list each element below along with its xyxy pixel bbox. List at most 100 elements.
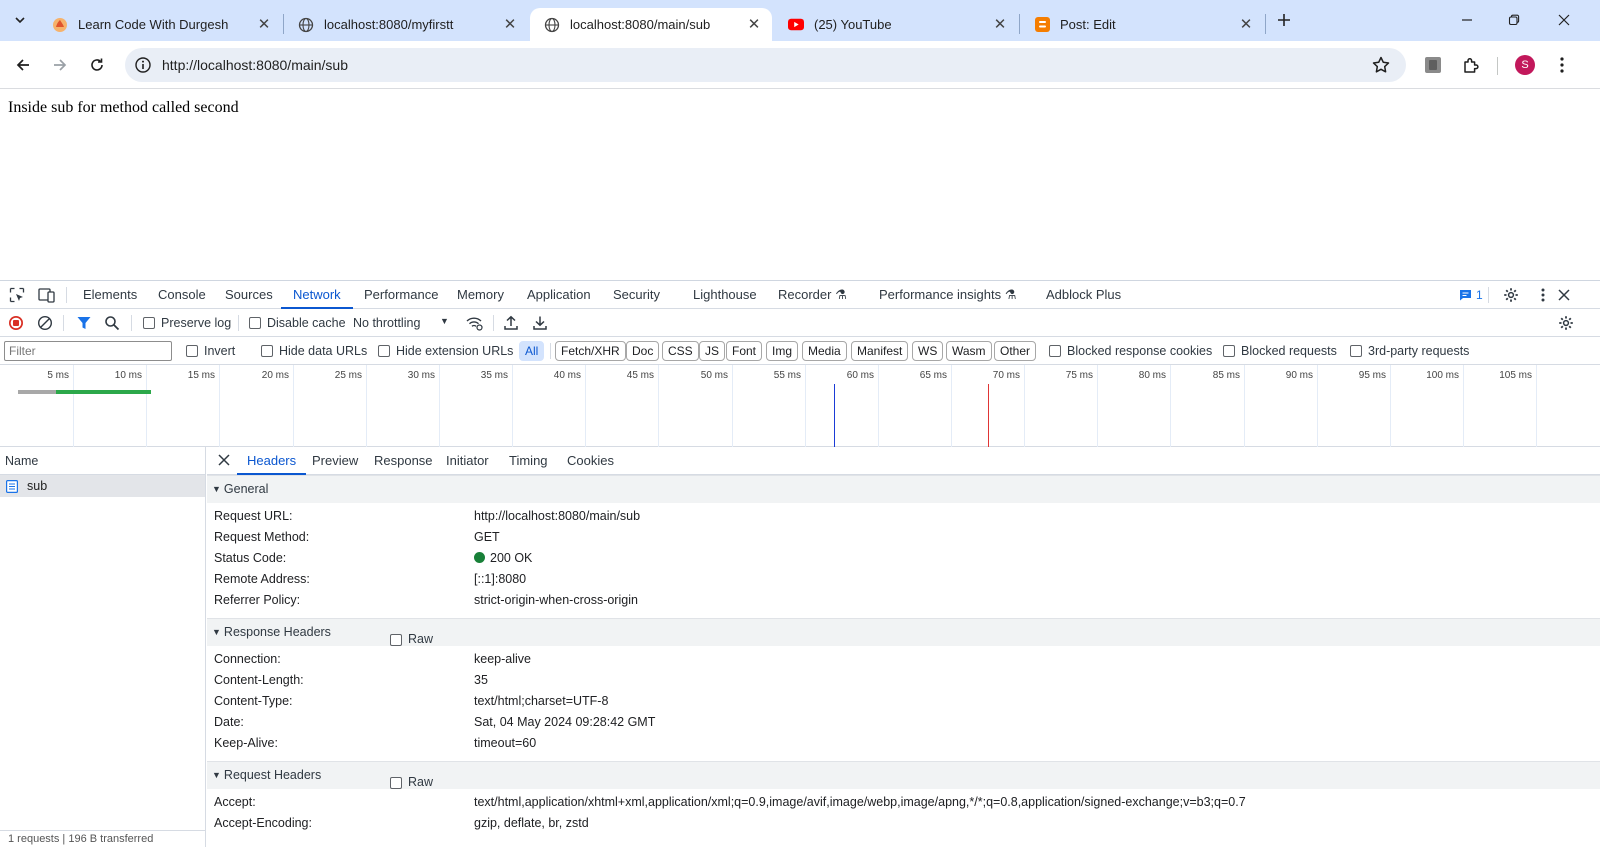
filter-type-fetch-xhr[interactable]: Fetch/XHR — [555, 341, 626, 361]
checkbox-box[interactable] — [143, 317, 155, 329]
close-window-button[interactable] — [1552, 8, 1576, 32]
filter-type-media[interactable]: Media — [802, 341, 847, 361]
tab-search-button[interactable] — [8, 8, 32, 32]
browser-tab-post-edit[interactable]: Post: Edit ✕ — [1020, 8, 1264, 41]
browser-menu-button[interactable] — [1548, 51, 1576, 79]
gear-icon[interactable] — [1503, 287, 1519, 303]
checkbox-box[interactable] — [261, 345, 273, 357]
checkbox-box[interactable] — [390, 776, 402, 789]
blocked-requests-checkbox[interactable]: Blocked requests — [1223, 344, 1337, 358]
site-info-icon[interactable] — [134, 56, 152, 77]
clear-icon[interactable] — [37, 315, 53, 331]
devtools-tab-network[interactable]: Network — [281, 281, 353, 309]
record-stop-icon[interactable] — [8, 315, 24, 331]
inspect-element-icon[interactable] — [9, 287, 25, 303]
filter-type-css[interactable]: CSS — [662, 341, 699, 361]
filter-type-other[interactable]: Other — [994, 341, 1037, 361]
filter-type-ws[interactable]: WS — [912, 341, 944, 361]
filter-type-wasm[interactable]: Wasm — [946, 341, 992, 361]
detail-tab-response[interactable]: Response — [374, 447, 433, 475]
browser-tab-main-sub[interactable]: localhost:8080/main/sub ✕ — [530, 8, 772, 41]
raw-checkbox[interactable]: Raw — [390, 769, 433, 796]
throttling-select[interactable]: No throttling ▼ — [353, 316, 449, 330]
invert-checkbox[interactable]: Invert — [186, 344, 235, 358]
response-headers-section-header[interactable]: ▼ Response Headers Raw — [207, 618, 1600, 646]
device-toolbar-icon[interactable] — [38, 287, 55, 303]
detail-tab-cookies[interactable]: Cookies — [567, 447, 614, 475]
third-party-requests-checkbox[interactable]: 3rd-party requests — [1350, 344, 1469, 358]
detail-tab-preview[interactable]: Preview — [312, 447, 358, 475]
reload-button[interactable] — [83, 51, 111, 79]
devtools-tab-performance[interactable]: Performance — [364, 281, 438, 309]
close-icon[interactable]: ✕ — [1238, 16, 1254, 33]
checkbox-box[interactable] — [390, 633, 402, 646]
request-row[interactable]: sub — [0, 475, 205, 497]
back-button[interactable] — [9, 51, 37, 79]
close-icon[interactable]: ✕ — [502, 16, 518, 33]
forward-button[interactable] — [46, 51, 74, 79]
general-section-header[interactable]: ▼ General — [207, 475, 1600, 503]
devtools-tab-application[interactable]: Application — [527, 281, 591, 309]
checkbox-box[interactable] — [1049, 345, 1061, 357]
raw-checkbox[interactable]: Raw — [390, 626, 433, 653]
extensions-menu-button[interactable] — [1457, 51, 1485, 79]
preserve-log-checkbox[interactable]: Preserve log — [143, 316, 231, 330]
devtools-tab-performance-insights[interactable]: Performance insights ⚗ — [879, 281, 1016, 309]
devtools-tab-memory[interactable]: Memory — [457, 281, 504, 309]
new-tab-button[interactable] — [1272, 8, 1296, 32]
filter-type-doc[interactable]: Doc — [626, 341, 660, 361]
blocked-response-cookies-checkbox[interactable]: Blocked response cookies — [1049, 344, 1212, 358]
download-icon[interactable] — [532, 315, 548, 331]
minimize-button[interactable] — [1455, 8, 1479, 32]
address-bar[interactable]: http://localhost:8080/main/sub — [125, 48, 1406, 82]
name-column-header[interactable]: Name — [0, 447, 205, 475]
close-icon[interactable] — [217, 453, 231, 470]
checkbox-box[interactable] — [1223, 345, 1235, 357]
timeline-gridline — [585, 365, 586, 447]
checkbox-box[interactable] — [186, 345, 198, 357]
detail-tab-timing[interactable]: Timing — [509, 447, 548, 475]
close-icon[interactable]: ✕ — [992, 16, 1008, 33]
filter-funnel-icon[interactable] — [76, 315, 92, 331]
devtools-tab-security[interactable]: Security — [613, 281, 660, 309]
devtools-tab-lighthouse[interactable]: Lighthouse — [693, 281, 757, 309]
devtools-tab-console[interactable]: Console — [158, 281, 206, 309]
detail-tab-initiator[interactable]: Initiator — [446, 447, 489, 475]
network-overview-timeline[interactable]: 5 ms 10 ms 15 ms 20 ms 25 ms 30 ms 35 ms 40 ms 4… — [0, 365, 1600, 447]
filter-input[interactable]: Filter — [4, 341, 172, 361]
devtools-tab-adblock-plus[interactable]: Adblock Plus — [1046, 281, 1121, 309]
filter-type-img[interactable]: Img — [766, 341, 799, 361]
browser-tab-durgesh[interactable]: Learn Code With Durgesh ✕ — [38, 8, 282, 41]
network-settings-gear-icon[interactable] — [1558, 315, 1574, 331]
devtools-tab-sources[interactable]: Sources — [225, 281, 273, 309]
network-conditions-icon[interactable] — [465, 315, 483, 331]
restore-button[interactable] — [1502, 8, 1526, 32]
issues-counter[interactable]: 1 — [1459, 288, 1483, 302]
filter-type-manifest[interactable]: Manifest — [851, 341, 909, 361]
upload-icon[interactable] — [503, 315, 519, 331]
close-icon[interactable] — [1558, 287, 1574, 303]
browser-tab-youtube[interactable]: (25) YouTube ✕ — [774, 8, 1018, 41]
browser-tab-myfirstt[interactable]: localhost:8080/myfirstt ✕ — [284, 8, 528, 41]
extension-button[interactable] — [1419, 51, 1447, 79]
filter-type-all[interactable]: All — [519, 341, 545, 361]
detail-tab-headers[interactable]: Headers — [237, 447, 307, 475]
url-text[interactable]: http://localhost:8080/main/sub — [162, 57, 348, 73]
filter-type-js[interactable]: JS — [699, 341, 726, 361]
checkbox-box[interactable] — [378, 345, 390, 357]
disable-cache-checkbox[interactable]: Disable cache — [249, 316, 346, 330]
close-icon[interactable]: ✕ — [256, 16, 272, 33]
hide-data-urls-checkbox[interactable]: Hide data URLs — [261, 344, 367, 358]
hide-extension-urls-checkbox[interactable]: Hide extension URLs — [378, 344, 513, 358]
close-icon[interactable]: ✕ — [746, 16, 762, 33]
kebab-menu-icon[interactable] — [1535, 287, 1551, 303]
bookmark-star-icon[interactable] — [1371, 55, 1391, 78]
search-icon[interactable] — [104, 315, 120, 331]
profile-button[interactable]: S — [1511, 51, 1539, 79]
devtools-tab-recorder[interactable]: Recorder ⚗ — [778, 281, 847, 309]
checkbox-box[interactable] — [249, 317, 261, 329]
checkbox-box[interactable] — [1350, 345, 1362, 357]
request-headers-section-header[interactable]: ▼ Request Headers Raw — [207, 761, 1600, 789]
devtools-tab-elements[interactable]: Elements — [83, 281, 137, 309]
filter-type-font[interactable]: Font — [726, 341, 763, 361]
